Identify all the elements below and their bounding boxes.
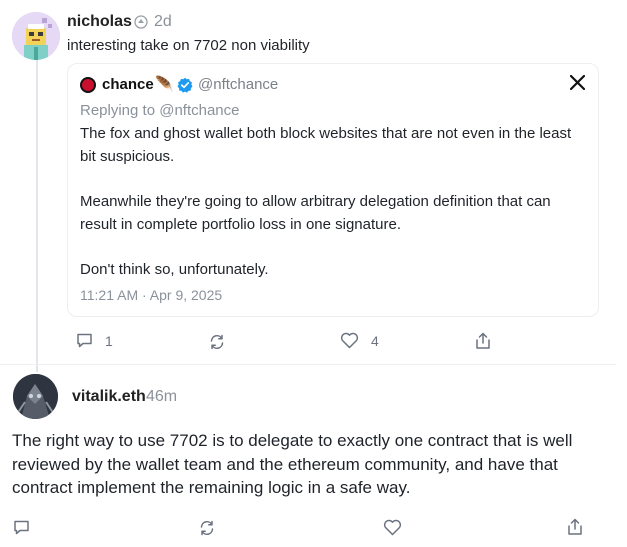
avatar-nicholas[interactable] <box>12 12 60 60</box>
reply-button[interactable] <box>13 519 30 536</box>
post-text: The right way to use 7702 is to delegate… <box>12 431 573 497</box>
reply-count: 1 <box>105 332 113 349</box>
repost-button[interactable] <box>208 333 226 351</box>
quoted-author-name[interactable]: chance <box>102 76 154 93</box>
post-time: 2d <box>154 13 172 30</box>
role-badge-icon <box>134 15 148 32</box>
like-count: 4 <box>371 332 379 349</box>
verified-badge-icon <box>177 77 193 93</box>
repost-icon <box>198 519 216 537</box>
author-name[interactable]: nicholas <box>67 13 132 31</box>
replying-to: Replying to @nftchance <box>80 102 240 119</box>
post-divider <box>0 364 616 365</box>
share-button[interactable] <box>567 518 583 536</box>
avatar-vitalik[interactable] <box>13 374 58 419</box>
share-icon <box>475 332 491 350</box>
post-time: 46m <box>146 388 178 405</box>
quoted-body: The fox and ghost wallet both block webs… <box>80 122 590 281</box>
comment-icon <box>13 519 30 536</box>
comment-icon <box>76 332 93 349</box>
quoted-paragraph: Meanwhile they're going to allow arbitra… <box>80 193 551 233</box>
repost-icon <box>208 333 226 351</box>
quoted-paragraph: The fox and ghost wallet both block webs… <box>80 125 572 165</box>
x-logo-icon[interactable] <box>569 74 586 96</box>
heart-icon <box>340 332 359 349</box>
share-icon <box>567 518 583 536</box>
reply-button[interactable]: 1 <box>76 332 113 349</box>
quoted-timestamp: 11:21 AM · Apr 9, 2025 <box>80 287 223 303</box>
quoted-avatar[interactable] <box>80 77 96 93</box>
feather-icon: 🪶 <box>155 76 174 93</box>
share-button[interactable] <box>475 332 491 350</box>
heart-icon <box>383 519 402 536</box>
author-name[interactable]: vitalik.eth <box>72 388 146 406</box>
thread-connector <box>36 60 38 372</box>
quoted-handle[interactable]: @nftchance <box>198 76 278 93</box>
post-text: interesting take on 7702 non viability <box>67 37 310 54</box>
like-button[interactable]: 4 <box>340 332 379 349</box>
like-button[interactable] <box>383 519 402 536</box>
quoted-paragraph: Don't think so, unfortunately. <box>80 261 269 278</box>
repost-button[interactable] <box>198 519 216 537</box>
